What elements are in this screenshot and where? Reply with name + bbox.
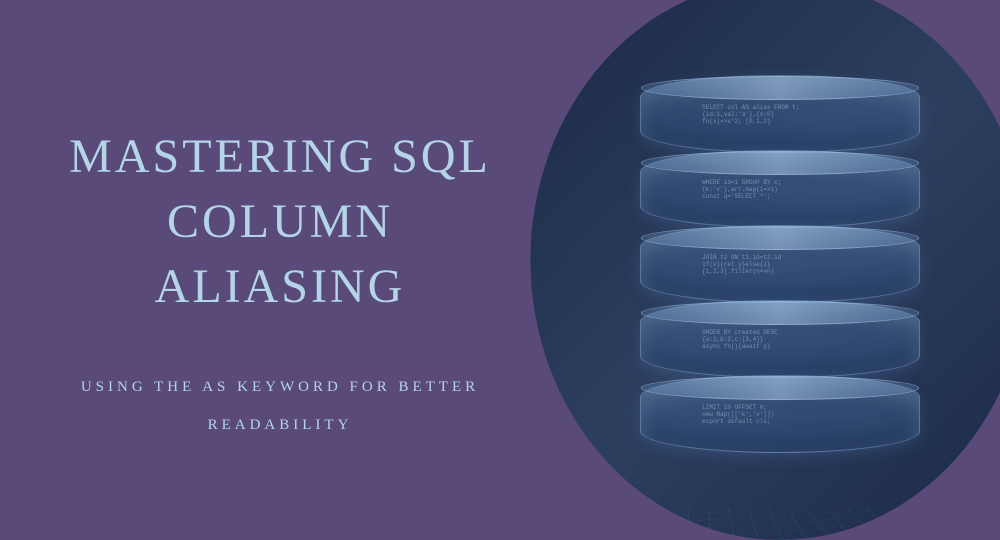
text-content: MASTERING SQL COLUMN ALIASING USING THE … — [55, 125, 505, 444]
page-subtitle: USING THE AS KEYWORD FOR BETTER READABIL… — [55, 369, 505, 444]
code-texture: ORDER BY created DESC {a:1,b:2,c:[3,4]} … — [702, 329, 858, 369]
perspective-grid — [520, 509, 1000, 540]
page-title: MASTERING SQL COLUMN ALIASING — [55, 125, 505, 319]
database-disk: ORDER BY created DESC {a:1,b:2,c:[3,4]} … — [640, 300, 920, 378]
code-texture: JOIN t2 ON t1.id=t2.id if(x){ret y}else{… — [702, 254, 858, 294]
database-cylinder-graphic: SELECT col AS alias FROM t; {id:1,val:'a… — [520, 0, 1000, 540]
database-disk: WHERE id=1 GROUP BY c; {k:'v'},arr.map(i… — [640, 150, 920, 228]
cylinder-stack: SELECT col AS alias FROM t; {id:1,val:'a… — [640, 60, 920, 460]
database-disk: JOIN t2 ON t1.id=t2.id if(x){ret y}else{… — [640, 225, 920, 303]
code-texture: WHERE id=1 GROUP BY c; {k:'v'},arr.map(i… — [702, 179, 858, 219]
hero-image: SELECT col AS alias FROM t; {id:1,val:'a… — [520, 0, 1000, 540]
database-disk: SELECT col AS alias FROM t; {id:1,val:'a… — [640, 75, 920, 153]
code-texture: SELECT col AS alias FROM t; {id:1,val:'a… — [702, 104, 858, 144]
code-texture: LIMIT 10 OFFSET 0; new Map([['k','v']]) … — [702, 404, 858, 444]
database-disk: LIMIT 10 OFFSET 0; new Map([['k','v']]) … — [640, 375, 920, 453]
